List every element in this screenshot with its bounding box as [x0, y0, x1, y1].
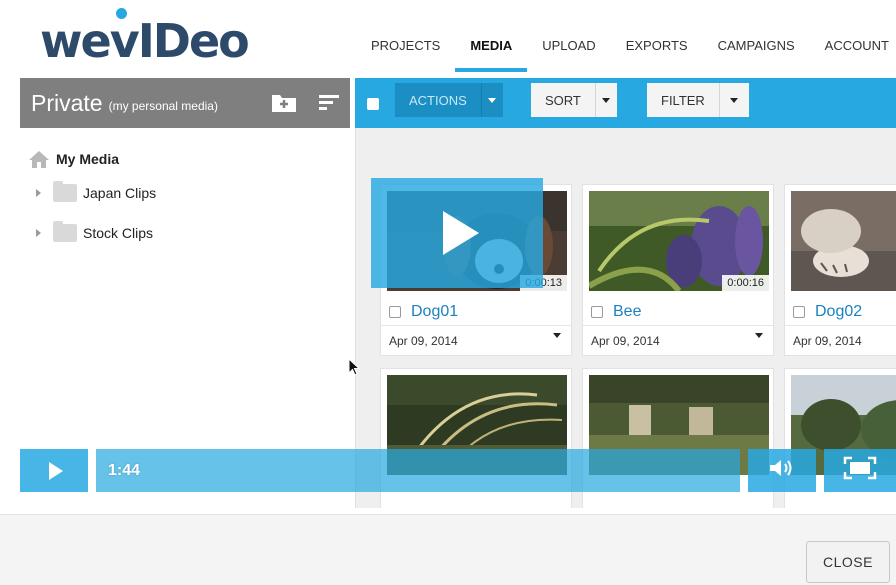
folder-icon	[53, 181, 77, 202]
media-title[interactable]: Bee	[613, 303, 641, 321]
close-button[interactable]: CLOSE	[806, 541, 890, 583]
nav-projects[interactable]: PROJECTS	[356, 0, 455, 72]
media-select-checkbox[interactable]	[591, 306, 603, 318]
media-folder-tree: My Media Japan Clips Stock Clips	[28, 148, 156, 244]
card-title-row: Dog01	[389, 303, 458, 321]
expand-caret-icon[interactable]	[36, 189, 41, 197]
sidebar-actions	[270, 90, 340, 119]
play-icon	[49, 461, 63, 480]
home-icon	[28, 149, 50, 169]
main-nav: PROJECTS MEDIA UPLOAD EXPORTS CAMPAIGNS …	[356, 0, 896, 72]
chevron-down-icon[interactable]	[718, 83, 749, 117]
media-date-row: Apr 09, 2014	[785, 325, 896, 355]
sort-dropdown[interactable]: SORT	[531, 83, 617, 117]
card-title-row: Dog02	[793, 303, 862, 321]
media-thumbnail[interactable]	[791, 191, 896, 291]
modal-footer: CLOSE	[0, 514, 896, 585]
sort-label: SORT	[545, 92, 581, 108]
nav-media[interactable]: MEDIA	[455, 0, 528, 72]
media-date: Apr 09, 2014	[793, 333, 862, 348]
nav-upload[interactable]: UPLOAD	[527, 0, 610, 72]
logo-dot	[116, 8, 127, 19]
media-card-dog02[interactable]: Dog02 Apr 09, 2014	[784, 184, 896, 356]
progress-fill	[96, 449, 740, 492]
nav-campaigns[interactable]: CAMPAIGNS	[703, 0, 810, 72]
actions-label: ACTIONS	[409, 92, 467, 108]
video-stage: we vIDeo PROJECTS MEDIA UPLOAD EXPORTS CA…	[0, 0, 896, 508]
media-date-row: Apr 09, 2014	[381, 325, 571, 355]
sidebar-header: Private (my personal media)	[20, 78, 350, 128]
filter-dropdown[interactable]: FILTER	[647, 83, 749, 117]
volume-button[interactable]	[748, 449, 816, 492]
select-all-checkbox[interactable]	[367, 98, 379, 110]
play-icon	[443, 211, 479, 255]
player-play-button[interactable]	[20, 449, 88, 492]
media-title[interactable]: Dog02	[815, 303, 862, 321]
tree-folder-stock-clips[interactable]: Stock Clips	[36, 221, 156, 244]
sidebar-subtitle: (my personal media)	[108, 98, 218, 113]
actions-dropdown[interactable]: ACTIONS	[395, 83, 503, 117]
logo-text-rest: vIDeo	[109, 14, 250, 68]
folder-icon	[53, 221, 77, 242]
expand-caret-icon[interactable]	[36, 229, 41, 237]
volume-icon	[768, 457, 796, 484]
media-select-checkbox[interactable]	[389, 306, 401, 318]
media-date-row: Apr 09, 2014	[583, 325, 773, 355]
media-date: Apr 09, 2014	[591, 333, 660, 348]
media-card-bee[interactable]: 0:00:16 Bee Apr 09, 2014	[582, 184, 774, 356]
sort-list-icon[interactable]	[318, 90, 340, 119]
tree-folder-japan-clips[interactable]: Japan Clips	[36, 181, 157, 204]
media-thumbnail[interactable]: 0:00:16	[589, 191, 769, 291]
wevideo-logo[interactable]: we vIDeo	[40, 8, 250, 68]
chevron-down-icon[interactable]	[755, 333, 763, 352]
media-title[interactable]: Dog01	[411, 303, 458, 321]
media-date: Apr 09, 2014	[389, 333, 458, 348]
media-select-checkbox[interactable]	[793, 306, 805, 318]
chevron-down-icon[interactable]	[594, 83, 617, 117]
player-progress-bar[interactable]: 1:44	[96, 449, 740, 492]
logo-text-we: we	[40, 14, 112, 68]
folder-label: Stock Clips	[83, 225, 154, 241]
sidebar-title: Private	[31, 89, 103, 116]
big-play-button[interactable]	[371, 178, 543, 288]
nav-exports[interactable]: EXPORTS	[611, 0, 703, 72]
filter-label: FILTER	[661, 92, 705, 108]
tree-root-label: My Media	[56, 151, 120, 167]
folder-label: Japan Clips	[83, 185, 157, 201]
media-toolbar: ACTIONS SORT FILTER	[355, 78, 896, 128]
chevron-down-icon[interactable]	[480, 83, 503, 117]
mouse-cursor-icon	[348, 357, 361, 381]
tree-root-my-media[interactable]: My Media	[28, 148, 156, 170]
player-time: 1:44	[108, 461, 141, 479]
chevron-down-icon[interactable]	[553, 333, 561, 352]
nav-account[interactable]: ACCOUNT	[810, 0, 896, 72]
card-title-row: Bee	[591, 303, 641, 321]
fullscreen-icon	[843, 456, 877, 485]
duration-badge: 0:00:16	[722, 275, 769, 291]
new-folder-icon[interactable]	[270, 90, 298, 119]
fullscreen-button[interactable]	[824, 449, 896, 492]
